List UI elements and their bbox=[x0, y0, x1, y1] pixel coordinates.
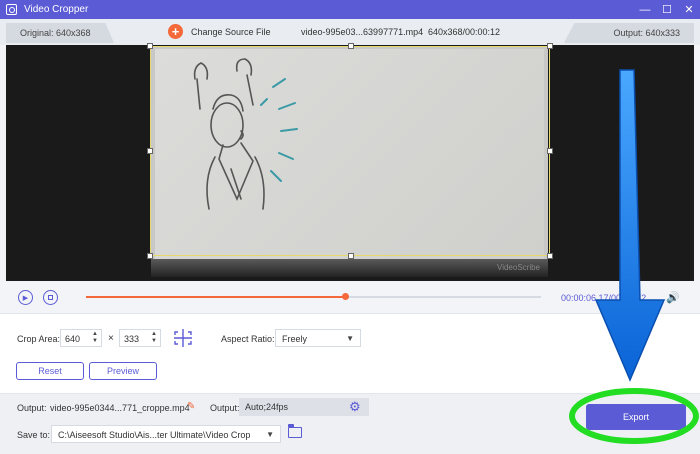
crop-area-label: Crop Area: bbox=[17, 334, 61, 344]
gear-icon[interactable]: ⚙ bbox=[349, 399, 361, 415]
plus-icon[interactable]: + bbox=[168, 24, 183, 39]
crop-height-value: 333 bbox=[124, 334, 140, 344]
crop-handle-top-right[interactable] bbox=[547, 43, 553, 49]
original-size-label: Original: 640x368 bbox=[6, 23, 114, 43]
source-file-name: video-995e03...63997771.mp4 bbox=[301, 27, 424, 37]
video-bottom-strip bbox=[151, 259, 548, 277]
reset-button[interactable]: Reset bbox=[16, 362, 84, 380]
crop-handle-bottom-left[interactable] bbox=[147, 253, 153, 259]
play-icon[interactable]: ▶ bbox=[18, 290, 33, 305]
aspect-ratio-label: Aspect Ratio: bbox=[221, 334, 275, 344]
save-to-label: Save to: bbox=[17, 430, 51, 440]
edit-icon[interactable]: ✎ bbox=[187, 401, 195, 412]
crop-settings-panel bbox=[0, 313, 700, 393]
playback-controls: ▶ 00:00:06.17/00:00:12 🔊 bbox=[6, 281, 694, 313]
times-sign: × bbox=[108, 333, 114, 344]
height-stepper-icon[interactable]: ▲ ▼ bbox=[151, 331, 157, 345]
change-source-button[interactable]: Change Source File bbox=[191, 27, 271, 37]
crop-height-input[interactable]: 333 ▲ ▼ bbox=[119, 329, 161, 347]
minimize-button[interactable]: — bbox=[634, 0, 656, 19]
title-bar: Video Cropper — ☐ ✕ bbox=[0, 0, 700, 19]
video-watermark: VideoScribe bbox=[497, 263, 540, 272]
crop-handle-top-left[interactable] bbox=[147, 43, 153, 49]
crop-handle-right[interactable] bbox=[547, 148, 553, 154]
playback-time: 00:00:06.17/00:00:12 bbox=[561, 293, 647, 303]
chevron-down-icon: ▼ bbox=[266, 430, 274, 439]
crop-width-value: 640 bbox=[65, 334, 81, 344]
crop-handle-bottom[interactable] bbox=[348, 253, 354, 259]
export-button[interactable]: Export bbox=[586, 404, 686, 430]
output-format-value: Auto;24fps bbox=[245, 402, 289, 412]
window-title: Video Cropper bbox=[24, 4, 89, 15]
center-crop-icon[interactable] bbox=[173, 328, 193, 348]
output-file-name: video-995e0344...771_croppe.mp4 bbox=[50, 403, 190, 413]
crop-handle-left[interactable] bbox=[147, 148, 153, 154]
crop-width-input[interactable]: 640 ▲ ▼ bbox=[60, 329, 102, 347]
video-preview: VideoScribe bbox=[6, 43, 694, 281]
source-file-meta: 640x368/00:00:12 bbox=[428, 27, 501, 37]
crop-box[interactable] bbox=[147, 43, 553, 259]
save-path-select[interactable]: C:\Aiseesoft Studio\Ais...ter Ultimate\V… bbox=[51, 425, 281, 443]
progress-track[interactable] bbox=[86, 293, 541, 300]
maximize-button[interactable]: ☐ bbox=[656, 0, 678, 19]
output-size-label: Output: 640x333 bbox=[564, 23, 694, 43]
output-format-label: Output: bbox=[210, 403, 240, 413]
output-label: Output: bbox=[17, 403, 47, 413]
progress-fill bbox=[86, 296, 346, 298]
width-stepper-icon[interactable]: ▲ ▼ bbox=[92, 331, 98, 345]
info-bar: Original: 640x368 + Change Source File v… bbox=[0, 19, 700, 45]
crop-handle-top[interactable] bbox=[348, 43, 354, 49]
crop-handle-bottom-right[interactable] bbox=[547, 253, 553, 259]
close-button[interactable]: ✕ bbox=[678, 0, 700, 19]
aspect-ratio-select[interactable]: Freely ▼ bbox=[275, 329, 361, 347]
progress-knob[interactable] bbox=[342, 293, 350, 300]
folder-icon[interactable] bbox=[287, 424, 302, 438]
volume-icon[interactable]: 🔊 bbox=[666, 291, 680, 304]
save-path-value: C:\Aiseesoft Studio\Ais...ter Ultimate\V… bbox=[58, 430, 251, 440]
app-icon bbox=[6, 4, 17, 15]
preview-button[interactable]: Preview bbox=[89, 362, 157, 380]
window-controls: — ☐ ✕ bbox=[634, 0, 700, 19]
stop-icon[interactable] bbox=[43, 290, 58, 305]
aspect-ratio-value: Freely bbox=[282, 334, 308, 344]
chevron-down-icon: ▼ bbox=[346, 334, 354, 343]
